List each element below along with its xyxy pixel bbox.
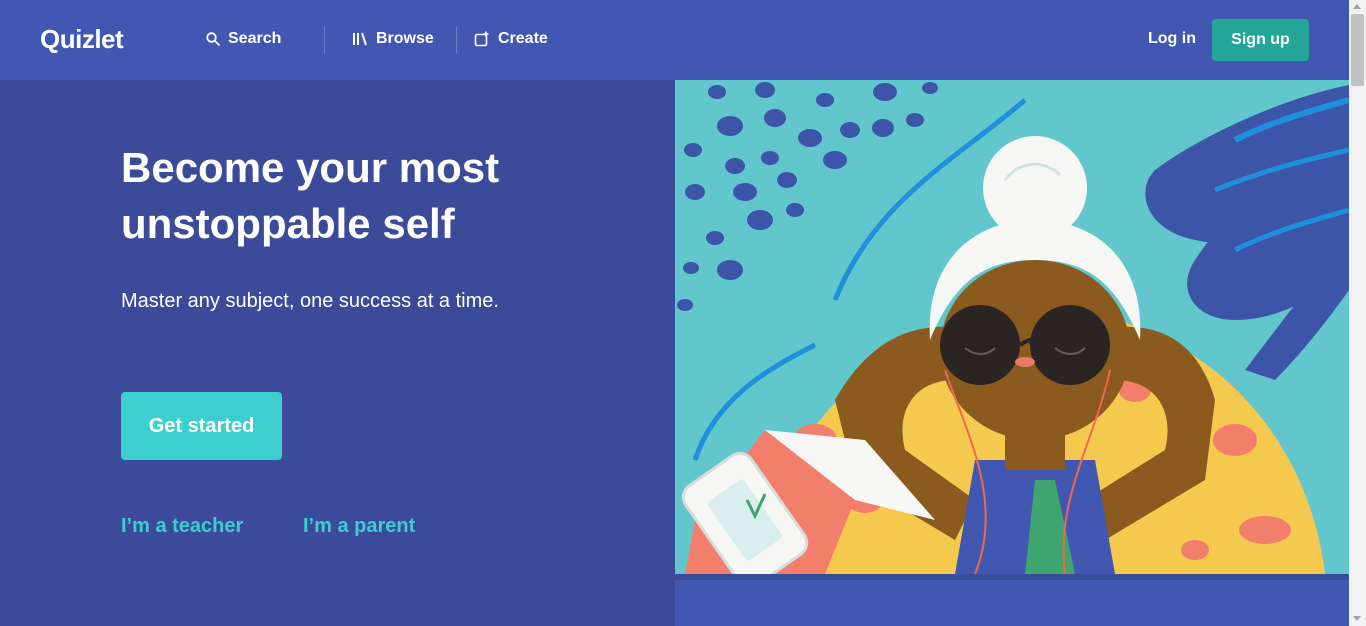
quizlet-logo[interactable]: Quizlet (40, 24, 124, 55)
get-started-button[interactable]: Get started (121, 392, 282, 460)
create-nav-label: Create (498, 30, 548, 47)
parent-link[interactable]: I’m a parent (303, 515, 415, 538)
scroll-up-arrow-icon[interactable] (1353, 4, 1361, 9)
nav-divider (324, 26, 325, 54)
browse-nav-label: Browse (376, 30, 434, 47)
create-icon (474, 31, 489, 47)
nav-divider (456, 26, 457, 54)
hero-art-strip (675, 580, 1349, 626)
scrollbar-thumb[interactable] (1351, 14, 1364, 86)
hero-subheading: Master any subject, one success at a tim… (121, 290, 499, 312)
illustration-woman-relaxing (675, 80, 1349, 574)
browse-nav-button[interactable]: Browse (352, 30, 434, 48)
scroll-down-arrow-icon[interactable] (1353, 616, 1361, 621)
search-nav-button[interactable]: Search (206, 30, 281, 48)
library-icon (353, 32, 367, 46)
search-icon (206, 32, 220, 46)
top-navigation-bar: Quizlet Search Browse Create Log in Sign… (0, 0, 1349, 80)
headline-line-1: Become your most (121, 144, 500, 191)
login-link[interactable]: Log in (1148, 30, 1196, 48)
search-nav-label: Search (228, 30, 282, 47)
signup-button[interactable]: Sign up (1212, 19, 1309, 61)
hero-headline: Become your most unstoppable self (121, 140, 561, 252)
teacher-link[interactable]: I’m a teacher (121, 515, 243, 538)
create-nav-button[interactable]: Create (474, 30, 548, 48)
headline-line-2: unstoppable self (121, 200, 455, 247)
page-scrollbar[interactable] (1349, 0, 1366, 626)
hero-illustration (675, 80, 1349, 574)
